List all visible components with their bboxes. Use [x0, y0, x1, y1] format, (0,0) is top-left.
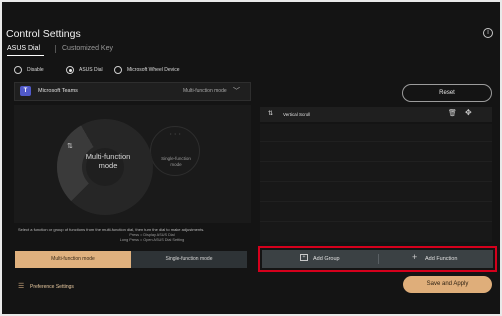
instructions-text: Select a function or group of functions …: [18, 227, 205, 232]
active-tab-underline: [7, 55, 44, 56]
app-name: Microsoft Teams: [38, 88, 78, 94]
dial-dots: • • •: [170, 131, 182, 136]
radio-disable[interactable]: [14, 66, 22, 74]
hint-long-press: Long Press = Open ASUS Dial Setting: [119, 238, 185, 242]
sliders-icon[interactable]: ☰: [18, 282, 24, 290]
hint-text: Press = Display ASUS Dial Long Press = O…: [92, 233, 212, 243]
page-title: Control Settings: [6, 28, 81, 40]
single-function-mode-button[interactable]: Single-function mode: [131, 251, 247, 268]
save-and-apply-button[interactable]: Save and Apply: [403, 276, 492, 293]
mode-dropdown[interactable]: Multi-function mode: [183, 88, 227, 94]
vertical-scroll-icon: ⇅: [67, 143, 73, 150]
trash-icon[interactable]: 🗑: [448, 109, 457, 117]
radio-disable-label: Disable: [27, 67, 44, 73]
list-divider: [260, 221, 492, 222]
multi-function-dial-label: Multi-function mode: [85, 152, 131, 170]
tab-divider: [55, 45, 56, 53]
vertical-scroll-icon: ⇅: [268, 111, 274, 117]
function-list-item-label: Vertical Scroll: [283, 112, 311, 117]
reset-button[interactable]: Reset: [402, 84, 492, 102]
list-divider: [260, 201, 492, 202]
radio-asus-dial-label: ASUS Dial: [79, 67, 103, 73]
highlight-box: [258, 246, 497, 272]
list-divider: [260, 141, 492, 142]
list-divider: [260, 161, 492, 162]
radio-asus-dial[interactable]: [66, 66, 74, 74]
move-icon[interactable]: ✥: [465, 108, 472, 117]
tab-customized-key[interactable]: Customized Key: [62, 45, 113, 52]
help-icon[interactable]: i: [483, 28, 493, 38]
tab-asus-dial[interactable]: ASUS Dial: [7, 45, 40, 52]
radio-microsoft-wheel-label: Microsoft Wheel Device: [127, 67, 180, 73]
single-function-dial-label: Single-function mode: [161, 156, 191, 167]
teams-icon: T: [20, 86, 31, 96]
radio-microsoft-wheel[interactable]: [114, 66, 122, 74]
preference-settings-link[interactable]: Preference Settings: [30, 284, 74, 290]
multi-function-mode-button[interactable]: Multi-function mode: [15, 251, 131, 268]
chevron-down-icon[interactable]: ﹀: [233, 86, 240, 96]
list-divider: [260, 181, 492, 182]
